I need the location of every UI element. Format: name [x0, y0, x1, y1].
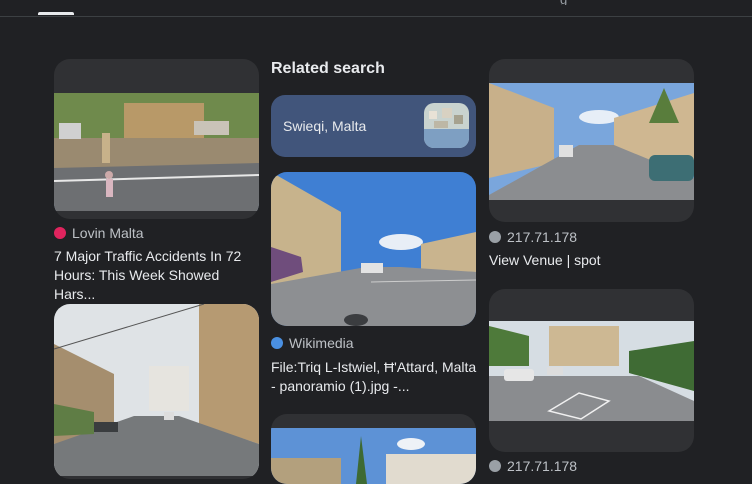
image-result-card[interactable] — [54, 59, 259, 219]
result-image[interactable] — [54, 304, 259, 476]
result-source[interactable]: 217.71.178 — [489, 458, 577, 474]
related-search-thumbnail — [424, 103, 469, 148]
result-source[interactable]: Wikimedia — [271, 335, 354, 351]
result-image[interactable] — [54, 93, 259, 211]
source-name: 217.71.178 — [507, 229, 578, 245]
image-result-card[interactable] — [489, 289, 694, 452]
result-source[interactable]: 217.71.178 — [489, 229, 577, 245]
top-nav-text: g — [560, 0, 612, 5]
wikimedia-icon — [271, 337, 283, 349]
related-search-label: Swieqi, Malta — [283, 118, 367, 134]
globe-icon — [489, 460, 501, 472]
result-title[interactable]: File:Triq L-Istwiel, Ħ'Attard, Malta - p… — [271, 358, 481, 396]
top-nav-bar: g — [0, 0, 752, 17]
image-result-card[interactable] — [271, 172, 476, 326]
lovin-malta-icon — [54, 227, 66, 239]
source-name: 217.71.178 — [507, 458, 578, 474]
related-search-chip[interactable]: Swieqi, Malta — [271, 95, 476, 157]
result-image[interactable] — [271, 428, 476, 484]
result-title[interactable]: View Venue | spot — [489, 251, 699, 270]
result-source[interactable]: Lovin Malta — [54, 225, 144, 241]
image-result-card[interactable] — [271, 414, 476, 484]
result-image[interactable] — [489, 321, 694, 421]
result-image[interactable] — [489, 83, 694, 200]
result-image[interactable] — [271, 172, 476, 326]
image-result-card[interactable] — [54, 304, 259, 479]
globe-icon — [489, 231, 501, 243]
source-name: Wikimedia — [289, 335, 354, 351]
active-tab-indicator — [38, 12, 74, 15]
related-search-heading: Related search — [271, 60, 385, 77]
source-name: Lovin Malta — [72, 225, 144, 241]
result-title[interactable]: 7 Major Traffic Accidents In 72 Hours: T… — [54, 247, 264, 304]
image-result-card[interactable] — [489, 59, 694, 222]
